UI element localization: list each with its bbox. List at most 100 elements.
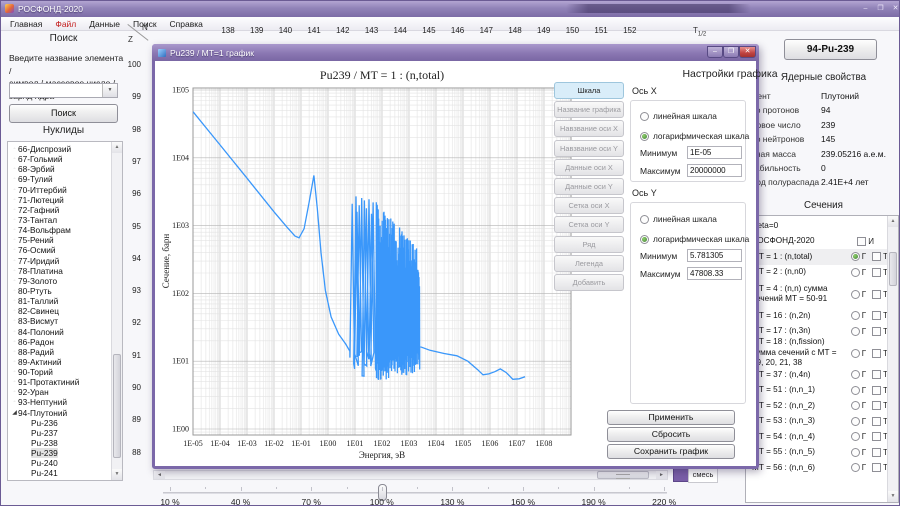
x-min-input[interactable] — [687, 146, 742, 159]
nuclide-item-Pu-241[interactable]: Pu-241 — [11, 469, 122, 479]
settings-tab-Название графика[interactable]: Название графика — [554, 101, 624, 118]
nuclide-item-73-Тантал[interactable]: ▫73-Тантал — [11, 215, 122, 225]
dialog-close-button[interactable]: ✕ — [739, 46, 756, 58]
section-row[interactable]: Beta=0 — [746, 218, 888, 234]
t-checkbox-icon[interactable] — [872, 432, 881, 441]
settings-tab-Сетка оси Y[interactable]: Сетка оси Y — [554, 216, 624, 233]
tree-collapsed-icon[interactable]: ▫ — [11, 276, 18, 286]
settings-tab-Навзвание оси X[interactable]: Навзвание оси X — [554, 120, 624, 137]
tree-collapsed-icon[interactable]: ▫ — [11, 347, 18, 357]
dialog-minimize-button[interactable]: – — [707, 46, 723, 58]
tree-collapsed-icon[interactable]: ▫ — [11, 235, 18, 245]
g-radio-icon[interactable] — [851, 432, 860, 441]
nuclide-item-79-Золото[interactable]: ▫79-Золото — [11, 276, 122, 286]
t-checkbox-icon[interactable] — [872, 311, 881, 320]
t-checkbox-icon[interactable] — [872, 370, 881, 379]
g-radio-icon[interactable] — [851, 290, 860, 299]
g-radio-icon[interactable] — [851, 386, 860, 395]
nuclide-item-92-Уран[interactable]: ▫92-Уран — [11, 387, 122, 397]
tree-collapsed-icon[interactable]: ▫ — [11, 337, 18, 347]
section-row[interactable]: МТ = 55 : (n,n_5)ГТ — [746, 445, 888, 461]
menu-item-Данные[interactable]: Данные — [89, 19, 120, 29]
scroll-down-icon[interactable]: ▼ — [112, 469, 122, 480]
tree-collapsed-icon[interactable]: ▫ — [11, 397, 18, 407]
section-row[interactable]: МТ = 1 : (n,total)ГТ — [746, 249, 888, 265]
sections-scrollbar[interactable]: ▲ ▼ — [887, 216, 898, 502]
radio-icon[interactable] — [640, 112, 649, 121]
tree-expanded-icon[interactable]: ◢ — [11, 408, 18, 418]
g-radio-icon[interactable] — [851, 417, 860, 426]
settings-tab-Ряд[interactable]: Ряд — [554, 236, 624, 253]
tree-collapsed-icon[interactable]: ▫ — [11, 316, 18, 326]
settings-tab-Легенда[interactable]: Легенда — [554, 255, 624, 272]
nuclide-item-77-Иридий[interactable]: ▫77-Иридий — [11, 256, 122, 266]
nuclide-item-90-Торий[interactable]: ▫90-Торий — [11, 367, 122, 377]
scrollbar-thumb[interactable] — [113, 354, 121, 458]
nuclide-item-71-Лютеций[interactable]: ▫71-Лютеций — [11, 195, 122, 205]
scroll-left-icon[interactable]: ◄ — [154, 471, 165, 479]
nuclide-item-91-Протактиний[interactable]: ▫91-Протактиний — [11, 377, 122, 387]
scroll-down-icon[interactable]: ▼ — [888, 491, 898, 502]
g-radio-icon[interactable] — [851, 349, 860, 358]
settings-tab-Данные оси X[interactable]: Данные оси X — [554, 159, 624, 176]
nuclide-item-82-Свинец[interactable]: ▫82-Свинец — [11, 306, 122, 316]
dialog-maximize-button[interactable]: ❐ — [723, 46, 739, 58]
t-checkbox-icon[interactable] — [872, 401, 881, 410]
menu-item-Справка[interactable]: Справка — [170, 19, 203, 29]
tree-collapsed-icon[interactable]: ▫ — [11, 144, 18, 154]
nuclide-item-76-Осмий[interactable]: ▫76-Осмий — [11, 245, 122, 255]
g-radio-icon[interactable] — [851, 401, 860, 410]
nuclide-item-83-Висмут[interactable]: ▫83-Висмут — [11, 316, 122, 326]
settings-tab-Навзвание оси Y[interactable]: Навзвание оси Y — [554, 140, 624, 157]
section-row[interactable]: МТ = 18 : (n,fission) сумма сечений с МТ… — [746, 339, 888, 367]
nuclide-item-Pu-240[interactable]: Pu-240 — [11, 458, 122, 468]
nuclide-item-Pu-236[interactable]: Pu-236 — [11, 418, 122, 428]
reset-button[interactable]: Сбросить — [607, 427, 735, 442]
nuclide-combobox[interactable]: ▼ — [9, 83, 118, 98]
t-checkbox-icon[interactable] — [872, 386, 881, 395]
scroll-up-icon[interactable]: ▲ — [112, 142, 122, 153]
y-max-input[interactable] — [687, 267, 742, 280]
x-log-option[interactable]: логарифмическая шкала — [640, 131, 749, 141]
t-checkbox-icon[interactable] — [872, 349, 881, 358]
tree-collapsed-icon[interactable]: ▫ — [11, 154, 18, 164]
y-log-option[interactable]: логарифмическая шкала — [640, 234, 749, 244]
scroll-up-icon[interactable]: ▲ — [888, 216, 898, 227]
tree-collapsed-icon[interactable]: ▫ — [11, 387, 18, 397]
section-row[interactable]: МТ = 53 : (n,n_3)ГТ — [746, 414, 888, 430]
scroll-right-icon[interactable]: ► — [656, 471, 667, 479]
settings-tab-Шкала[interactable]: Шкала — [554, 82, 624, 99]
tree-collapsed-icon[interactable]: ▫ — [11, 256, 18, 266]
g-radio-icon[interactable] — [851, 252, 860, 261]
save-chart-button[interactable]: Сохранить график — [607, 444, 735, 459]
nuclide-item-89-Актиний[interactable]: ▫89-Актиний — [11, 357, 122, 367]
tree-collapsed-icon[interactable]: ▫ — [11, 185, 18, 195]
scrollbar-thumb[interactable] — [889, 252, 897, 286]
nuclide-item-94-Плутоний[interactable]: ◢94-Плутоний — [11, 408, 122, 418]
settings-tab-Сетка оси X[interactable]: Сетка оси X — [554, 197, 624, 214]
y-min-input[interactable] — [687, 249, 742, 262]
t-checkbox-icon[interactable] — [872, 448, 881, 457]
section-row[interactable]: МТ = 54 : (n,n_4)ГТ — [746, 429, 888, 445]
t-checkbox-icon[interactable] — [872, 252, 881, 261]
tree-collapsed-icon[interactable]: ▫ — [11, 215, 18, 225]
tree-collapsed-icon[interactable]: ▫ — [11, 306, 18, 316]
chevron-down-icon[interactable]: ▼ — [102, 84, 117, 97]
nuclide-item-Pu-237[interactable]: Pu-237 — [11, 428, 122, 438]
nuclide-item-78-Платина[interactable]: ▫78-Платина — [11, 266, 122, 276]
tree-collapsed-icon[interactable]: ▫ — [11, 296, 18, 306]
nuclide-item-84-Полоний[interactable]: ▫84-Полоний — [11, 327, 122, 337]
selected-nuclide-button[interactable]: 94-Pu-239 — [784, 39, 877, 60]
section-row[interactable]: МТ = 4 : (n,n) сумма сечений МТ = 50-91Г… — [746, 280, 888, 308]
menu-item-Файл[interactable]: Файл — [55, 19, 76, 29]
tree-collapsed-icon[interactable]: ▫ — [11, 195, 18, 205]
horizontal-scrollbar[interactable]: ◄ ► — [153, 470, 668, 480]
x-max-input[interactable] — [687, 164, 742, 177]
nuclide-item-75-Рений[interactable]: ▫75-Рений — [11, 235, 122, 245]
t-checkbox-icon[interactable] — [872, 268, 881, 277]
nuclide-item-88-Радий[interactable]: ▫88-Радий — [11, 347, 122, 357]
settings-tab-Данные оси Y[interactable]: Данные оси Y — [554, 178, 624, 195]
checkbox-icon[interactable] — [857, 237, 866, 246]
section-row[interactable]: МТ = 52 : (n,n_2)ГТ — [746, 398, 888, 414]
section-row[interactable]: РОСФОНД-2020И — [746, 234, 888, 250]
